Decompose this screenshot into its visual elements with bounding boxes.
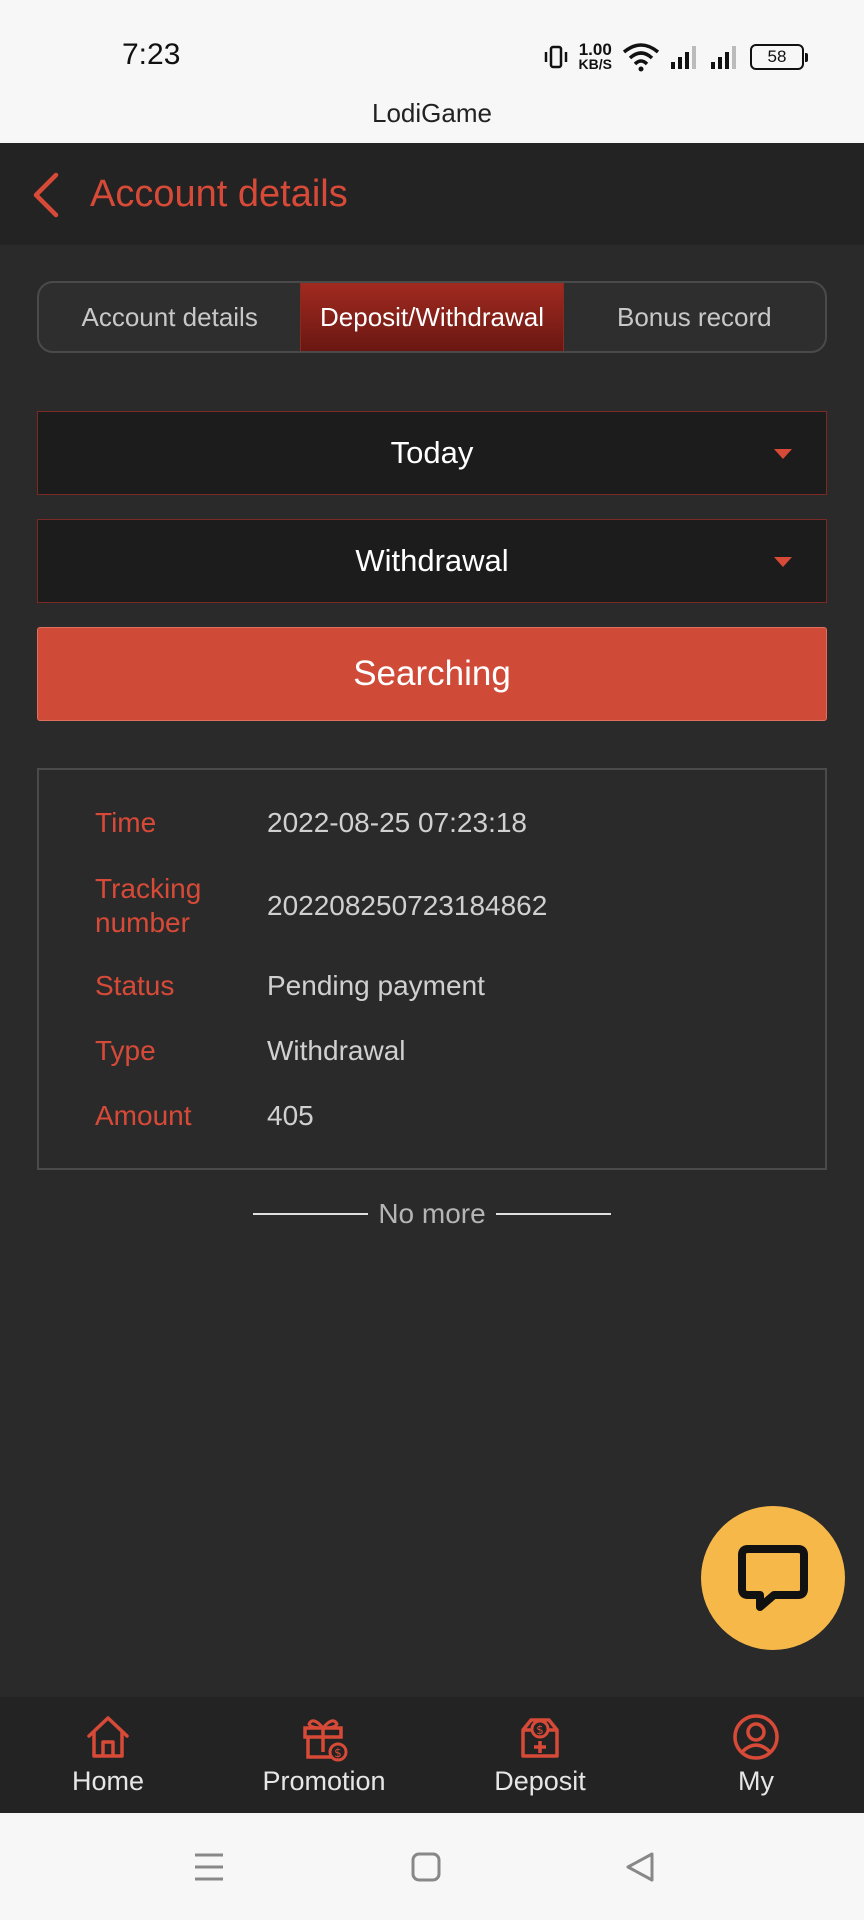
tracking-value: 202208250723184862 [267,890,548,921]
live-chat-button[interactable] [701,1506,845,1650]
transaction-record-card: Time 2022-08-25 07:23:18 Tracking number… [37,768,827,1170]
time-label: Time [95,807,157,838]
tab-deposit-withdrawal[interactable]: Deposit/Withdrawal [300,283,564,351]
nav-home[interactable]: Home [0,1697,216,1813]
type-select[interactable]: Withdrawal [37,519,827,603]
signal-icon [671,46,696,69]
system-nav-bar [0,1813,864,1920]
amount-value: 405 [267,1100,314,1131]
tab-account-details[interactable]: Account details [39,283,300,351]
time-value: 2022-08-25 07:23:18 [267,807,527,838]
app-title-bar: LodiGame [0,90,864,143]
dropdown-caret-icon [774,557,792,567]
app-title: LodiGame [372,98,492,128]
record-row-status: Status Pending payment [95,969,805,1003]
record-row-amount: Amount 405 [95,1099,805,1133]
chat-bubble-icon [738,1545,808,1611]
date-range-value: Today [390,435,474,470]
search-button[interactable]: Searching [37,627,827,721]
home-square-icon[interactable] [410,1851,442,1883]
signal-icon-2 [711,46,736,69]
gift-icon: $ [303,1719,348,1762]
list-end-text: No more [378,1198,486,1229]
page-title: Account details [90,173,348,215]
record-row-tracking: Tracking number 202208250723184862 [95,872,805,940]
back-triangle-icon[interactable] [624,1851,656,1883]
status-time: 7:23 [122,38,181,71]
nav-deposit-label: Deposit [494,1766,586,1796]
divider [495,1213,611,1215]
tab-bonus-record[interactable]: Bonus record [564,283,825,351]
record-row-time: Time 2022-08-25 07:23:18 [95,806,805,840]
battery-icon: 58 [750,44,808,70]
nav-deposit[interactable]: $ Deposit [432,1697,648,1813]
nav-promotion[interactable]: $ Promotion [216,1697,432,1813]
back-arrow-icon[interactable] [28,171,64,219]
type-value-text: Withdrawal [267,1035,406,1066]
nav-home-label: Home [71,1766,145,1796]
divider [253,1213,369,1215]
amount-label: Amount [95,1100,192,1131]
type-label: Type [95,1035,156,1066]
status-bar: 7:23 1.00 KB/S 58 [0,0,864,90]
svg-text:$: $ [536,1723,544,1737]
status-icons: 1.00 KB/S 58 [543,40,808,74]
status-value: Pending payment [267,970,485,1001]
record-row-type: Type Withdrawal [95,1034,805,1068]
nav-promotion-label: Promotion [262,1766,386,1796]
vibrate-icon [544,45,567,69]
wifi-icon [622,43,660,72]
net-speed: 1.00 KB/S [578,40,612,72]
home-icon [87,1716,129,1758]
page-header: Account details [0,143,864,245]
menu-icon[interactable] [193,1851,225,1883]
type-value: Withdrawal [355,543,509,578]
user-icon [733,1714,779,1760]
tracking-label: Tracking number [95,873,202,938]
bottom-navigation: Home $ Promotion $ Deposit My [0,1697,864,1813]
dropdown-caret-icon [774,449,792,459]
svg-text:$: $ [334,1746,342,1760]
status-label: Status [95,970,175,1001]
list-end-indicator: No more [0,1198,864,1230]
nav-my-label: My [738,1766,774,1796]
record-tabs: Account details Deposit/Withdrawal Bonus… [37,281,827,353]
deposit-icon: $ [521,1718,559,1758]
nav-my[interactable]: My [648,1697,864,1813]
date-range-select[interactable]: Today [37,411,827,495]
